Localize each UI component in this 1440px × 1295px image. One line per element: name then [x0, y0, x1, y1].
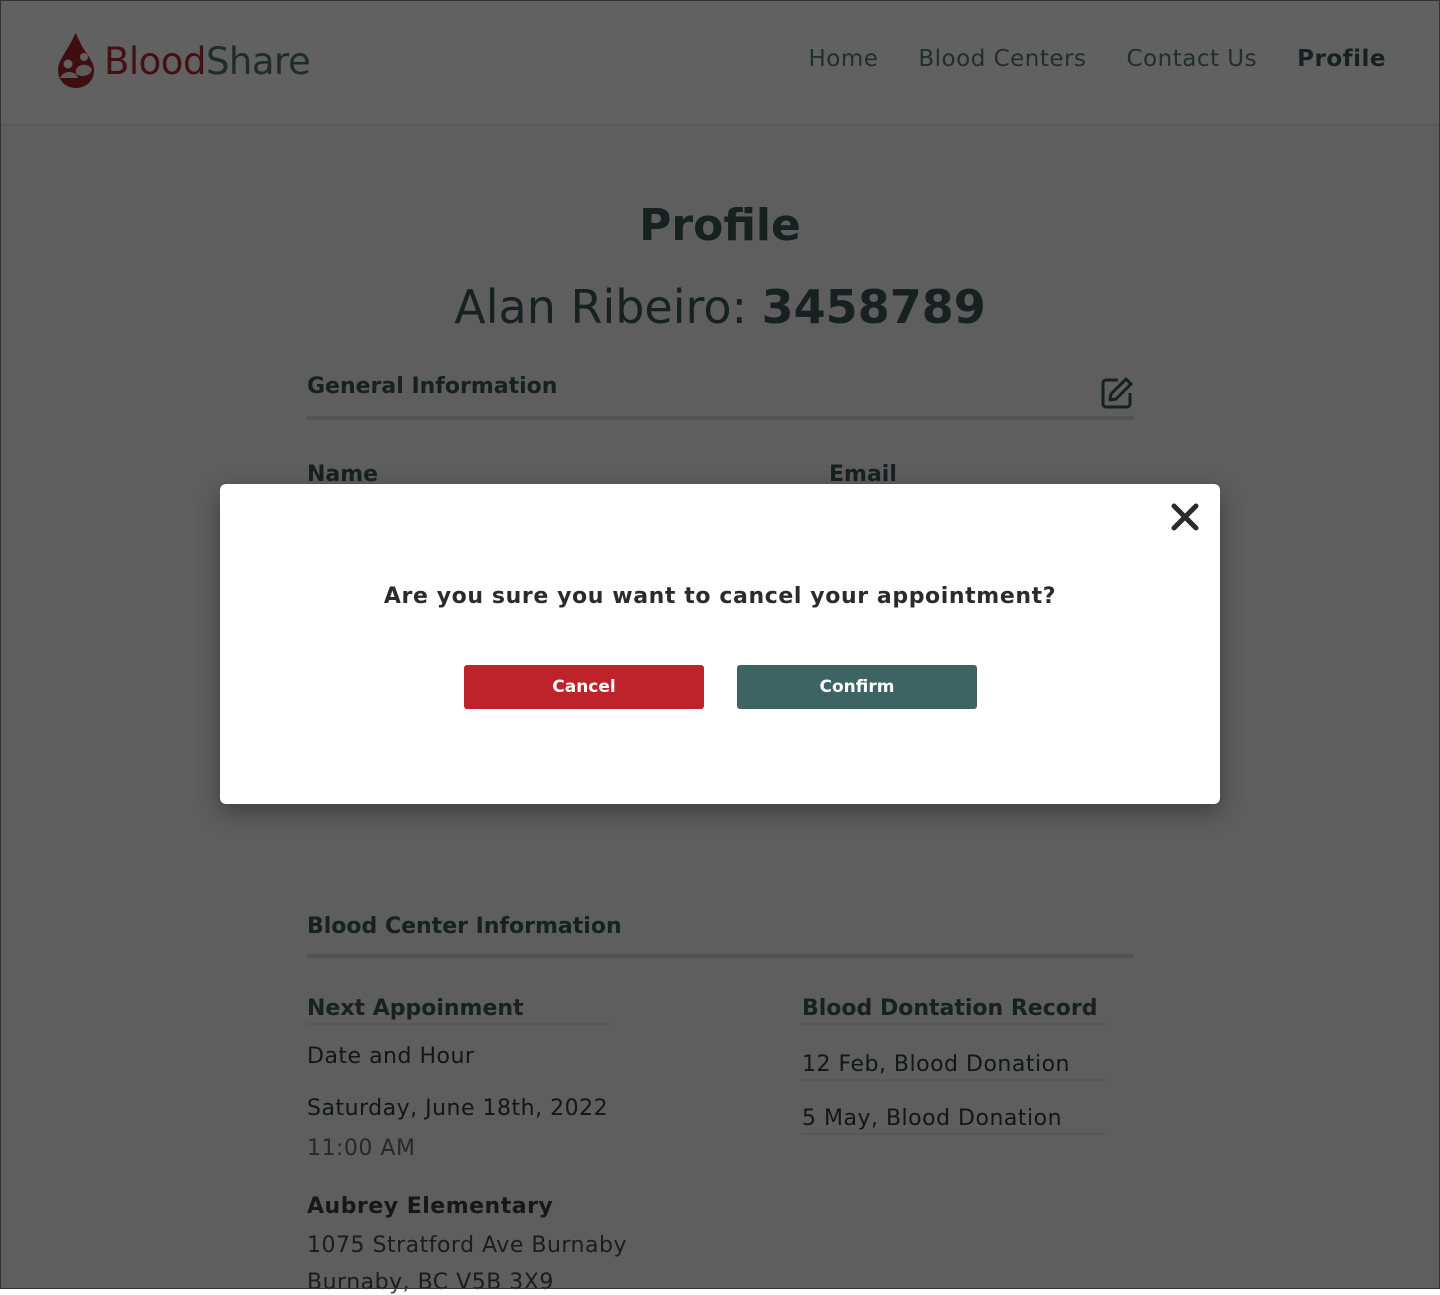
dialog-question: Are you sure you want to cancel your app… [383, 584, 1057, 609]
cancel-button[interactable]: Cancel [464, 665, 704, 709]
close-icon[interactable] [1168, 500, 1202, 534]
cancel-appointment-dialog: Are you sure you want to cancel your app… [220, 484, 1220, 804]
confirm-button[interactable]: Confirm [737, 665, 977, 709]
